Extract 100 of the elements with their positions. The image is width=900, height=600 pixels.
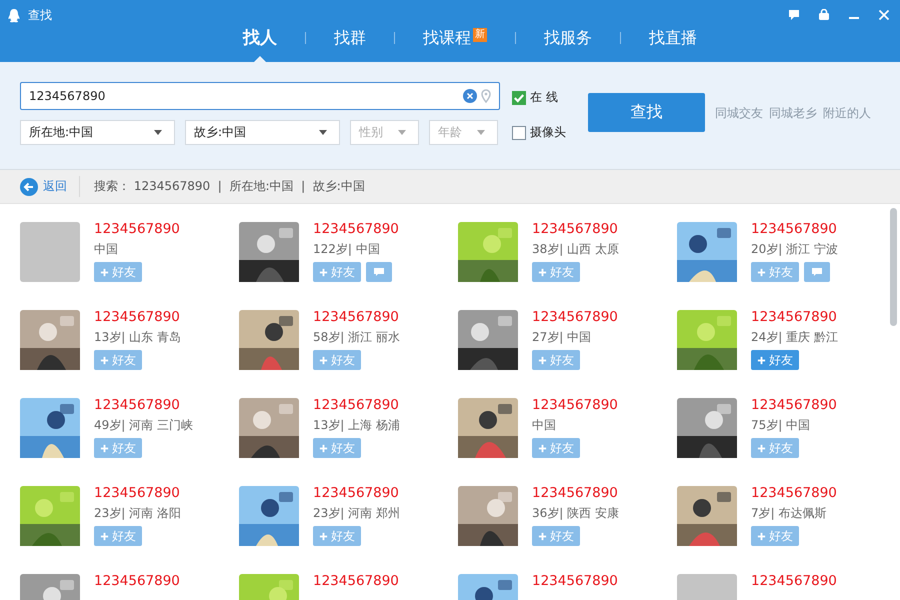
tab[interactable]: 找服务 <box>544 0 592 62</box>
plus-icon <box>757 356 766 364</box>
camera-checkbox[interactable]: 摄像头 <box>512 124 566 141</box>
add-friend-button[interactable]: 好友 <box>94 350 142 370</box>
plus-icon <box>319 444 328 452</box>
add-friend-button[interactable]: 好友 <box>532 262 580 282</box>
add-friend-button[interactable]: 好友 <box>313 262 361 282</box>
plus-icon <box>100 532 109 540</box>
add-friend-button[interactable]: 好友 <box>751 438 799 458</box>
quick-link[interactable]: 附近的人 <box>823 105 871 122</box>
penguin-icon <box>6 8 22 24</box>
plus-icon <box>100 268 109 276</box>
add-friend-button[interactable]: 好友 <box>313 526 361 546</box>
find-button[interactable]: 查找 <box>588 93 705 132</box>
tab[interactable]: 找直播 <box>649 0 697 62</box>
user-number[interactable]: 1234567890 <box>313 486 400 501</box>
tab[interactable]: 找人 <box>243 0 277 62</box>
plus-icon <box>757 532 766 540</box>
user-number[interactable]: 1234567890 <box>94 398 193 413</box>
quick-link[interactable]: 同城老乡 <box>769 105 817 122</box>
plus-icon <box>100 356 109 364</box>
user-details: 36岁| 陕西 安康 <box>532 506 619 520</box>
user-number[interactable]: 1234567890 <box>751 486 837 501</box>
user-details: 23岁| 河南 郑州 <box>313 506 400 520</box>
add-friend-button[interactable]: 好友 <box>751 350 799 370</box>
user-number[interactable]: 1234567890 <box>532 222 619 237</box>
plus-icon <box>319 532 328 540</box>
add-friend-button[interactable]: 好友 <box>532 438 580 458</box>
caret-icon <box>319 130 327 135</box>
check-icon <box>513 92 525 104</box>
caret-icon <box>477 130 485 135</box>
user-number[interactable]: 1234567890 <box>532 486 619 501</box>
close-icon[interactable] <box>878 9 890 21</box>
user-number[interactable]: 1234567890 <box>532 398 618 413</box>
caret-icon <box>154 130 162 135</box>
user-number[interactable]: 1234567890 <box>751 222 838 237</box>
message-button[interactable] <box>804 262 830 282</box>
user-details: 58岁| 浙江 丽水 <box>313 330 400 344</box>
user-number[interactable]: 1234567890 <box>532 574 618 589</box>
user-details: 38岁| 山西 太原 <box>532 242 619 256</box>
plus-icon <box>538 268 547 276</box>
user-details: 7岁| 布达佩斯 <box>751 506 828 520</box>
add-friend-button[interactable]: 好友 <box>751 262 799 282</box>
search-field[interactable]: 1234567890 <box>20 82 500 110</box>
add-friend-button[interactable]: 好友 <box>94 438 142 458</box>
add-friend-button[interactable]: 好友 <box>532 526 580 546</box>
user-details: 122岁| 中国 <box>313 242 381 256</box>
user-number[interactable]: 1234567890 <box>94 574 180 589</box>
user-details: 75岁| 中国 <box>751 418 812 432</box>
user-number[interactable]: 1234567890 <box>313 574 399 589</box>
message-button[interactable] <box>366 262 392 282</box>
user-number[interactable]: 1234567890 <box>313 310 400 325</box>
filter-dropdown[interactable]: 所在地:中国 <box>20 120 175 145</box>
caret-icon <box>398 130 406 135</box>
feedback-icon[interactable] <box>788 9 800 21</box>
plus-icon <box>100 444 109 452</box>
plus-icon <box>538 444 547 452</box>
search-summary: 搜索： 1234567890 | 所在地:中国 | 故乡:中国 <box>94 178 365 195</box>
add-friend-button[interactable]: 好友 <box>94 262 142 282</box>
user-details: 49岁| 河南 三门峡 <box>94 418 193 432</box>
user-details: 中国 <box>94 242 119 256</box>
window-title: 查找 <box>28 7 52 24</box>
user-number[interactable]: 1234567890 <box>313 222 399 237</box>
user-number[interactable]: 1234567890 <box>751 574 837 589</box>
plus-icon <box>538 532 547 540</box>
add-friend-button[interactable]: 好友 <box>313 350 361 370</box>
filter-dropdown[interactable]: 性别 <box>350 120 419 145</box>
back-link[interactable]: 返回 <box>0 176 80 197</box>
user-details: 27岁| 中国 <box>532 330 592 344</box>
plus-icon <box>538 356 547 364</box>
user-number[interactable]: 1234567890 <box>94 222 180 237</box>
filter-dropdown[interactable]: 故乡:中国 <box>185 120 340 145</box>
plus-icon <box>757 444 766 452</box>
user-details: 中国 <box>532 418 557 432</box>
user-number[interactable]: 1234567890 <box>751 398 837 413</box>
user-details: 20岁| 浙江 宁波 <box>751 242 838 256</box>
add-friend-button[interactable]: 好友 <box>751 526 799 546</box>
plus-icon <box>319 268 328 276</box>
add-friend-button[interactable]: 好友 <box>94 526 142 546</box>
user-number[interactable]: 1234567890 <box>313 398 400 413</box>
add-friend-button[interactable]: 好友 <box>532 350 580 370</box>
tab[interactable]: 找群 <box>334 0 366 62</box>
tab[interactable]: 找课程 新 <box>423 0 487 62</box>
user-details: 24岁| 重庆 黔江 <box>751 330 838 344</box>
user-number[interactable]: 1234567890 <box>532 310 618 325</box>
clear-icon[interactable] <box>463 89 477 103</box>
user-details: 13岁| 上海 杨浦 <box>313 418 400 432</box>
quick-link[interactable]: 同城交友 <box>715 105 763 122</box>
chat-bubble-icon <box>811 267 823 277</box>
user-number[interactable]: 1234567890 <box>94 310 181 325</box>
user-number[interactable]: 1234567890 <box>94 486 181 501</box>
add-friend-button[interactable]: 好友 <box>313 438 361 458</box>
new-badge: 新 <box>473 28 487 42</box>
user-details: 13岁| 山东 青岛 <box>94 330 181 344</box>
user-details: 23岁| 河南 洛阳 <box>94 506 181 520</box>
online-checkbox[interactable]: 在 线 <box>512 89 566 106</box>
lock-icon[interactable] <box>818 9 830 21</box>
plus-icon <box>757 268 766 276</box>
user-number[interactable]: 1234567890 <box>751 310 838 325</box>
filter-dropdown[interactable]: 年龄 <box>429 120 498 145</box>
